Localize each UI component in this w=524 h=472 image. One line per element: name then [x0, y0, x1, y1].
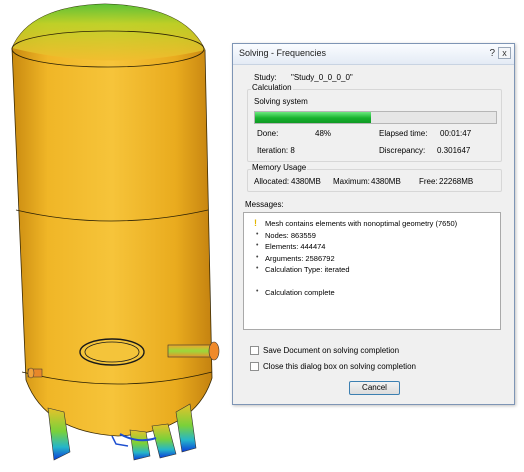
calculation-status: Solving system: [254, 97, 308, 106]
message-text: Calculation Type: iterated: [265, 265, 350, 274]
close-dialog-label[interactable]: Close this dialog box on solving complet…: [263, 362, 416, 371]
allocated-label: Allocated:: [254, 177, 290, 186]
maximum-value: 4380MB: [371, 177, 401, 186]
list-item: • Calculation Type: iterated: [244, 265, 500, 277]
done-value: 48%: [315, 129, 332, 138]
list-item: • Nodes: 863559: [244, 231, 500, 243]
message-warning: ! Mesh contains elements with nonoptimal…: [244, 218, 500, 231]
done-label: Done:: [257, 129, 279, 138]
save-document-checkbox[interactable]: [250, 346, 259, 355]
messages-label: Messages:: [245, 200, 284, 209]
message-text: Elements: 444474: [265, 242, 326, 251]
calculation-group-label: Calculation: [251, 83, 293, 92]
bullet-icon: •: [256, 242, 259, 249]
dialog-titlebar[interactable]: Solving - Frequencies ? x: [233, 44, 514, 65]
discrepancy-label: Discrepancy:: [379, 146, 426, 155]
message-text: Calculation complete: [265, 287, 335, 297]
elapsed-value: 00:01:47: [440, 129, 472, 138]
solving-dialog: Solving - Frequencies ? x Study: "Study_…: [232, 43, 515, 405]
free-value: 22268MB: [439, 177, 474, 186]
memory-group-label: Memory Usage: [251, 163, 308, 172]
free-label: Free:: [419, 177, 438, 186]
iteration-label: Iteration: 8: [257, 146, 295, 155]
list-item: • Arguments: 2586792: [244, 254, 500, 266]
progress-fill: [255, 112, 371, 123]
messages-box[interactable]: ! Mesh contains elements with nonoptimal…: [243, 212, 501, 330]
bullet-icon: •: [256, 265, 259, 272]
elapsed-label: Elapsed time:: [379, 129, 428, 138]
study-label: Study:: [254, 73, 277, 82]
maximum-label: Maximum:: [333, 177, 370, 186]
list-item: • Calculation complete: [244, 288, 500, 300]
bullet-icon: •: [256, 287, 259, 295]
bullet-icon: •: [256, 253, 259, 261]
close-icon[interactable]: x: [498, 47, 511, 59]
progress-bar: [254, 111, 497, 124]
cancel-button[interactable]: Cancel: [349, 381, 400, 395]
help-icon[interactable]: ?: [489, 48, 495, 59]
allocated-value: 4380MB: [291, 177, 321, 186]
message-text: Mesh contains elements with nonoptimal g…: [265, 219, 458, 228]
bullet-icon: •: [256, 230, 259, 238]
warning-icon: !: [254, 218, 257, 228]
study-value: "Study_0_0_0_0": [291, 73, 353, 82]
dialog-title: Solving - Frequencies: [239, 48, 327, 58]
message-text: Arguments: 2586792: [265, 253, 335, 263]
discrepancy-value: 0.301647: [437, 146, 471, 155]
list-item: • Elements: 444474: [244, 242, 500, 254]
save-document-label[interactable]: Save Document on solving completion: [263, 346, 399, 355]
message-text: Nodes: 863559: [265, 230, 316, 240]
close-dialog-checkbox[interactable]: [250, 362, 259, 371]
